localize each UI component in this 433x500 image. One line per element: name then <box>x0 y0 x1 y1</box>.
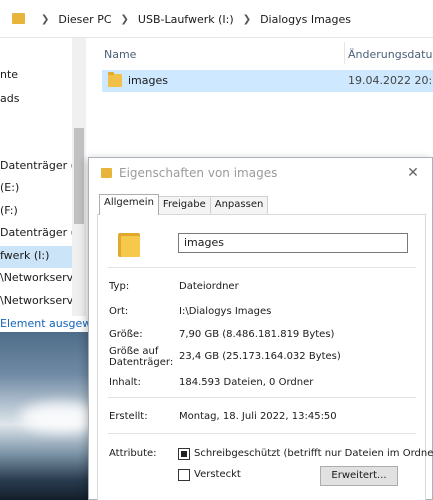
nav-item-drive-f[interactable]: (F:) <box>0 204 18 217</box>
nav-item-drive-e[interactable]: (E:) <box>0 181 19 194</box>
type-value: Dateiordner <box>179 281 239 292</box>
size-value: 7,90 GB (8.486.181.819 Bytes) <box>179 329 335 340</box>
breadcrumb-usb-drive[interactable]: USB-Laufwerk (I:) <box>138 13 234 26</box>
folder-icon <box>12 13 25 24</box>
chevron-right-icon[interactable]: ❯ <box>243 14 251 25</box>
breadcrumb-dialogys-images[interactable]: Dialogys Images <box>260 13 351 26</box>
column-divider[interactable] <box>344 42 345 64</box>
properties-dialog: Eigenschaften von images ✕ Allgemein Fre… <box>88 157 433 500</box>
hidden-checkbox[interactable] <box>178 469 190 481</box>
folder-name-input[interactable]: images <box>178 233 408 253</box>
size-on-disk-label-1: Größe auf <box>109 346 159 357</box>
tab-freigabe[interactable]: Freigabe <box>157 196 211 215</box>
size-on-disk-label-2: Datenträger: <box>109 357 174 368</box>
chevron-right-icon[interactable]: ❯ <box>41 14 49 25</box>
scrollbar-thumb[interactable] <box>74 128 84 224</box>
size-on-disk-value: 23,4 GB (25.173.164.032 Bytes) <box>179 351 341 362</box>
status-bar: Element ausgewäh <box>0 316 105 332</box>
folder-icon <box>101 168 112 178</box>
readonly-checkbox[interactable] <box>178 448 190 460</box>
folder-icon <box>118 231 140 257</box>
list-item-date: 19.04.2022 20:33 <box>348 74 433 87</box>
nav-item[interactable]: ads <box>0 92 19 105</box>
tab-anpassen[interactable]: Anpassen <box>209 196 269 215</box>
readonly-label: Schreibgeschützt (betrifft nur Dateien i… <box>194 448 433 459</box>
contents-label: Inhalt: <box>109 377 141 388</box>
address-bar[interactable]: ❯ Dieser PC ❯ USB-Laufwerk (I:) ❯ Dialog… <box>0 0 433 38</box>
location-label: Ort: <box>109 306 129 317</box>
nav-item[interactable]: nte <box>0 68 18 81</box>
nav-item-network[interactable]: \Networkserve <box>0 271 80 284</box>
list-item[interactable]: images 19.04.2022 20:33 <box>102 70 433 92</box>
breadcrumb-this-pc[interactable]: Dieser PC <box>58 13 111 26</box>
advanced-button[interactable]: Erweitert... <box>320 466 398 486</box>
attributes-label: Attribute: <box>109 448 157 459</box>
navigation-pane: nte ads Datenträger (C: (E:) (F:) Datent… <box>0 38 87 316</box>
folder-icon <box>108 72 122 87</box>
divider <box>108 397 416 398</box>
chevron-right-icon[interactable]: ❯ <box>121 14 129 25</box>
nav-item-network[interactable]: \Networkserve <box>0 294 80 307</box>
divider <box>108 433 416 434</box>
breadcrumb: ❯ Dieser PC ❯ USB-Laufwerk (I:) ❯ Dialog… <box>32 0 351 38</box>
divider <box>108 267 416 268</box>
tab-allgemein[interactable]: Allgemein <box>99 194 159 215</box>
general-panel: images Typ: Dateiordner Ort: I:\Dialogys… <box>97 214 433 500</box>
list-item-name: images <box>128 74 168 87</box>
close-icon[interactable]: ✕ <box>399 161 427 185</box>
dialog-title: Eigenschaften von images <box>119 166 278 180</box>
hidden-label: Versteckt <box>194 469 241 480</box>
nav-scrollbar[interactable] <box>72 38 86 316</box>
location-value: I:\Dialogys Images <box>179 306 272 317</box>
column-header-name[interactable]: Name <box>104 48 136 61</box>
tab-bar: Allgemein Freigabe Anpassen <box>99 194 269 215</box>
created-label: Erstellt: <box>109 411 148 422</box>
contents-value: 184.593 Dateien, 0 Ordner <box>179 377 314 388</box>
nav-item-drive-i[interactable]: fwerk (I:) <box>0 249 49 262</box>
column-header-date[interactable]: Änderungsdatum <box>348 48 433 61</box>
dialog-titlebar[interactable]: Eigenschaften von images ✕ <box>89 158 432 188</box>
size-label: Größe: <box>109 329 143 340</box>
type-label: Typ: <box>109 281 130 292</box>
created-value: Montag, 18. Juli 2022, 13:45:50 <box>179 411 337 422</box>
